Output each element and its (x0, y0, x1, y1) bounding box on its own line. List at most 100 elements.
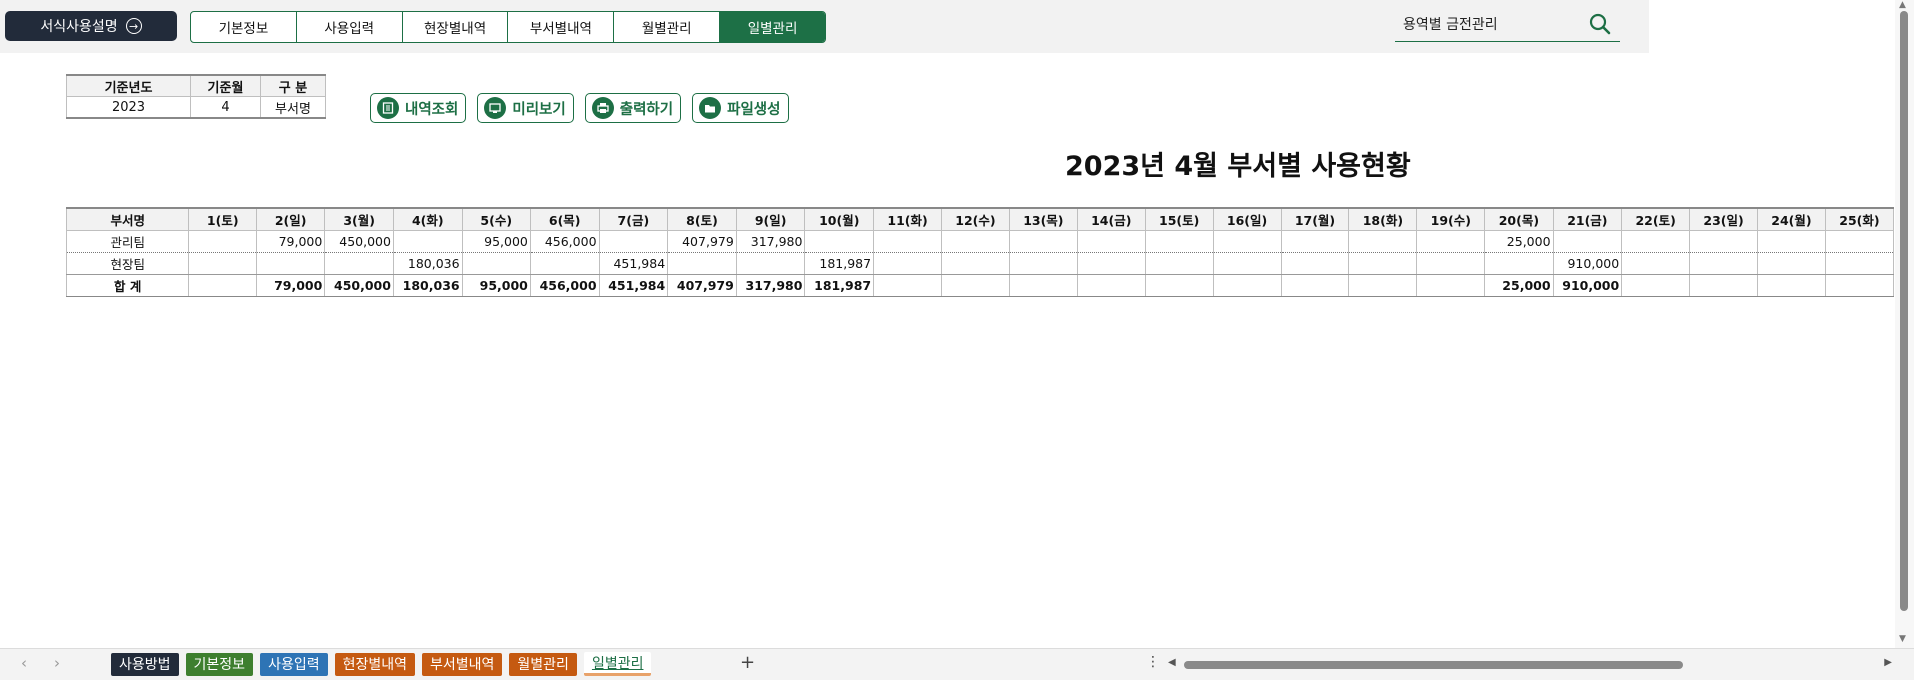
amount-cell[interactable] (1621, 230, 1691, 253)
amount-cell[interactable] (1689, 230, 1758, 253)
search-icon[interactable] (1588, 12, 1612, 36)
vertical-scrollbar[interactable]: ▲ ▼ (1895, 0, 1914, 650)
sheet-tab-6[interactable]: 일별관리 (583, 652, 652, 676)
scroll-up-icon[interactable]: ▲ (1899, 0, 1906, 10)
amount-cell[interactable] (1212, 252, 1282, 275)
amount-cell[interactable] (941, 230, 1010, 253)
amount-cell[interactable] (529, 252, 600, 275)
amount-cell[interactable] (1824, 230, 1894, 253)
amount-cell[interactable] (1144, 252, 1214, 275)
scroll-down-icon[interactable]: ▼ (1899, 634, 1906, 644)
amount-cell[interactable] (1008, 230, 1078, 253)
amount-cell[interactable]: 910,000 (1552, 252, 1623, 275)
nav-tab-0[interactable]: 기본정보 (191, 12, 297, 42)
scroll-right-icon[interactable]: ▶ (1884, 657, 1892, 668)
amount-cell[interactable] (1348, 274, 1418, 297)
amount-cell[interactable] (873, 252, 942, 275)
amount-cell[interactable]: 25,000 (1484, 274, 1554, 297)
amount-cell[interactable]: 317,980 (735, 274, 806, 297)
nav-tab-4[interactable]: 월별관리 (614, 12, 721, 42)
amount-cell[interactable]: 910,000 (1552, 274, 1623, 297)
amount-cell[interactable] (1416, 230, 1486, 253)
dept-name-cell[interactable]: 합 계 (66, 274, 190, 297)
amount-cell[interactable]: 25,000 (1484, 230, 1554, 253)
nav-tab-3[interactable]: 부서별내역 (508, 12, 615, 42)
amount-cell[interactable]: 451,984 (598, 274, 669, 297)
amount-cell[interactable] (1280, 252, 1350, 275)
category-value[interactable]: 부서명 (260, 96, 326, 119)
sheet-tab-3[interactable]: 현장별내역 (334, 652, 415, 676)
amount-cell[interactable]: 95,000 (461, 274, 531, 297)
amount-cell[interactable] (735, 252, 806, 275)
action-button-3[interactable]: 파일생성 (692, 93, 789, 123)
amount-cell[interactable]: 180,036 (392, 252, 463, 275)
sheet-tab-0[interactable]: 사용방법 (111, 652, 179, 676)
amount-cell[interactable] (1757, 274, 1826, 297)
amount-cell[interactable]: 79,000 (256, 230, 326, 253)
month-value[interactable]: 4 (190, 96, 261, 119)
amount-cell[interactable]: 456,000 (529, 274, 600, 297)
amount-cell[interactable] (1280, 274, 1350, 297)
amount-cell[interactable] (1416, 274, 1486, 297)
amount-cell[interactable] (1689, 252, 1758, 275)
dept-name-cell[interactable]: 현장팀 (66, 252, 190, 275)
dept-name-cell[interactable]: 관리팀 (66, 230, 190, 253)
amount-cell[interactable] (941, 252, 1010, 275)
action-button-0[interactable]: 내역조회 (370, 93, 467, 123)
action-button-1[interactable]: 미리보기 (477, 93, 574, 123)
amount-cell[interactable] (1212, 274, 1282, 297)
amount-cell[interactable] (1076, 230, 1146, 253)
scroll-left-icon[interactable]: ◀ (1168, 657, 1176, 668)
amount-cell[interactable] (1689, 274, 1758, 297)
amount-cell[interactable]: 450,000 (324, 230, 394, 253)
horizontal-scroll-thumb[interactable] (1184, 661, 1683, 669)
amount-cell[interactable]: 95,000 (461, 230, 531, 253)
amount-cell[interactable] (188, 230, 258, 253)
amount-cell[interactable] (873, 230, 942, 253)
amount-cell[interactable] (1348, 252, 1418, 275)
amount-cell[interactable] (392, 230, 463, 253)
amount-cell[interactable]: 317,980 (735, 230, 806, 253)
amount-cell[interactable] (1348, 230, 1418, 253)
amount-cell[interactable] (461, 252, 531, 275)
nav-tab-1[interactable]: 사용입력 (297, 12, 403, 42)
amount-cell[interactable] (1076, 274, 1146, 297)
sheet-tab-5[interactable]: 월별관리 (509, 652, 577, 676)
amount-cell[interactable] (1824, 274, 1894, 297)
amount-cell[interactable] (598, 230, 669, 253)
amount-cell[interactable] (941, 274, 1010, 297)
action-button-2[interactable]: 출력하기 (584, 93, 682, 123)
next-sheet-icon[interactable]: › (54, 654, 60, 672)
year-value[interactable]: 2023 (66, 96, 191, 119)
amount-cell[interactable] (873, 274, 942, 297)
amount-cell[interactable] (1621, 252, 1691, 275)
prev-sheet-icon[interactable]: ‹ (21, 654, 27, 672)
amount-cell[interactable] (1484, 252, 1554, 275)
amount-cell[interactable] (1144, 230, 1214, 253)
amount-cell[interactable] (1621, 274, 1691, 297)
amount-cell[interactable]: 450,000 (324, 274, 394, 297)
amount-cell[interactable] (188, 252, 258, 275)
sheet-tab-2[interactable]: 사용입력 (260, 652, 328, 676)
amount-cell[interactable]: 407,979 (667, 274, 737, 297)
sheet-tab-1[interactable]: 기본정보 (185, 652, 254, 676)
search-box[interactable]: 용역별 금전관리 (1395, 8, 1620, 42)
amount-cell[interactable] (1824, 252, 1894, 275)
amount-cell[interactable] (1008, 274, 1078, 297)
amount-cell[interactable]: 79,000 (256, 274, 326, 297)
usage-guide-button[interactable]: 서식사용설명 → (5, 11, 177, 41)
amount-cell[interactable] (1076, 252, 1146, 275)
vertical-scroll-thumb[interactable] (1900, 11, 1908, 611)
nav-tab-2[interactable]: 현장별내역 (403, 12, 509, 42)
amount-cell[interactable] (804, 230, 875, 253)
amount-cell[interactable]: 407,979 (667, 230, 737, 253)
amount-cell[interactable] (256, 252, 326, 275)
amount-cell[interactable]: 180,036 (392, 274, 463, 297)
amount-cell[interactable] (1552, 230, 1623, 253)
amount-cell[interactable] (667, 252, 737, 275)
add-sheet-icon[interactable]: + (740, 652, 755, 673)
sheet-tab-4[interactable]: 부서별내역 (422, 652, 503, 676)
amount-cell[interactable] (1280, 230, 1350, 253)
amount-cell[interactable] (1416, 252, 1486, 275)
amount-cell[interactable] (1144, 274, 1214, 297)
